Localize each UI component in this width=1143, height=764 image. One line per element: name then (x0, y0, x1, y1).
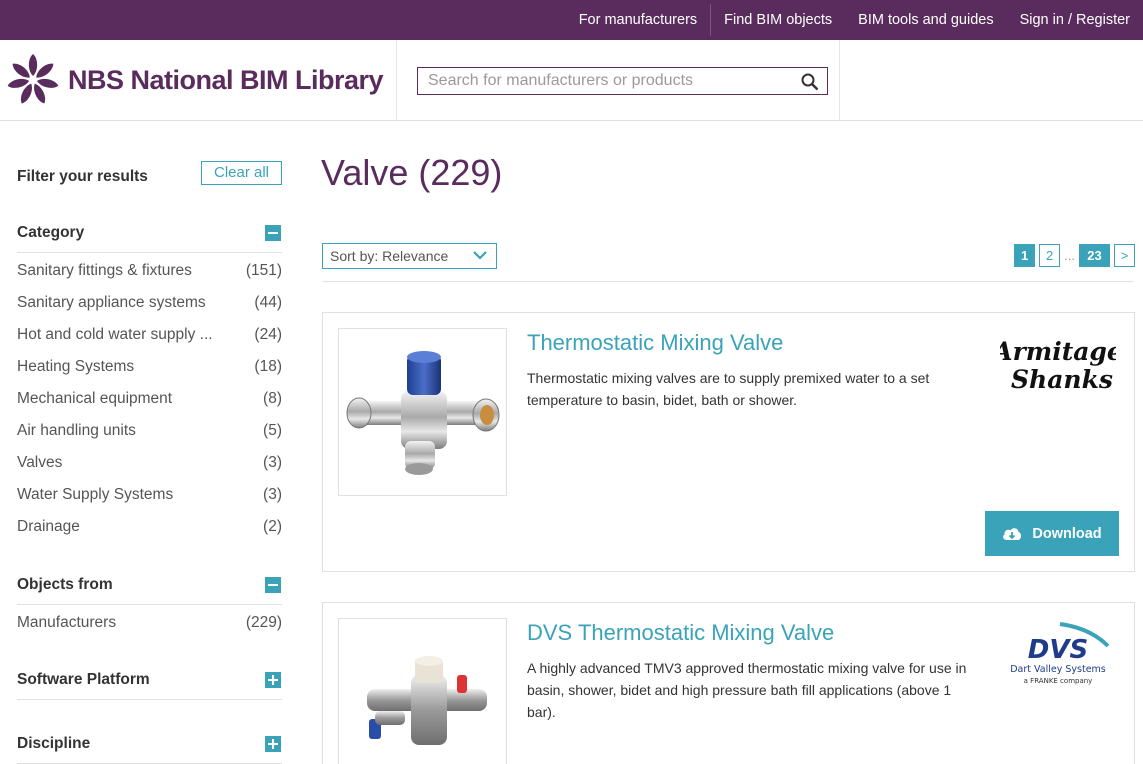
filter-heading: Filter your results (17, 168, 148, 185)
result-title[interactable]: DVS Thermostatic Mixing Valve (527, 620, 834, 646)
collapse-icon[interactable] (265, 225, 281, 241)
search-input[interactable] (418, 68, 788, 94)
nav-sign-in-register[interactable]: Sign in / Register (1007, 0, 1143, 40)
category-header[interactable]: Category (17, 222, 282, 253)
download-button[interactable]: Download (985, 511, 1119, 556)
category-count: (3) (263, 486, 282, 503)
category-label: Drainage (17, 518, 80, 535)
result-description: A highly advanced TMV3 approved thermost… (527, 660, 967, 720)
sort-label: Sort by: Relevance (330, 248, 449, 264)
category-label: Mechanical equipment (17, 390, 173, 407)
result-title[interactable]: Thermostatic Mixing Valve (527, 330, 783, 356)
category-count: (18) (254, 358, 282, 375)
objects-from-item[interactable]: Manufacturers (229) (17, 607, 282, 639)
download-label: Download (1032, 525, 1102, 542)
objects-from-title: Objects from (17, 576, 113, 593)
category-item[interactable]: Valves (3) (17, 447, 282, 479)
objects-from-section: Objects from Manufacturers (229) (17, 574, 282, 639)
top-nav: For manufacturers Find BIM objects BIM t… (566, 0, 1143, 40)
nav-find-bim-objects[interactable]: Find BIM objects (711, 0, 845, 40)
category-item[interactable]: Air handling units (5) (17, 415, 282, 447)
valve-image (367, 656, 487, 745)
software-platform-header[interactable]: Software Platform (17, 669, 282, 700)
search-icon[interactable] (801, 73, 819, 91)
category-list: Sanitary fittings & fixtures (151) Sanita… (17, 255, 282, 543)
discipline-title: Discipline (17, 735, 91, 752)
objects-from-list: Manufacturers (229) (17, 607, 282, 639)
page-button-last[interactable]: 23 (1079, 244, 1110, 267)
category-item[interactable]: Water Supply Systems (3) (17, 479, 282, 511)
category-label: Water Supply Systems (17, 486, 174, 503)
category-label: Valves (17, 454, 63, 471)
dvs-brand-sub: a FRANKE company (1024, 677, 1093, 685)
product-image[interactable] (338, 328, 507, 496)
chevron-down-icon (473, 251, 487, 260)
category-count: (2) (263, 518, 282, 535)
category-count: (151) (245, 262, 282, 279)
category-item[interactable]: Mechanical equipment (8) (17, 383, 282, 415)
category-count: (8) (263, 390, 282, 407)
clear-all-button[interactable]: Clear all (201, 161, 282, 185)
category-label: Hot and cold water supply ... (17, 326, 213, 343)
category-item[interactable]: Sanitary fittings & fixtures (151) (17, 255, 282, 287)
category-label: Air handling units (17, 422, 136, 439)
result-card: DVS Thermostatic Mixing Valve A highly a… (322, 602, 1135, 764)
nav-bim-tools-guides[interactable]: BIM tools and guides (845, 0, 1006, 40)
logo-text: NBS National BIM Library (68, 64, 384, 95)
divider (322, 281, 1134, 282)
manufacturer-logo[interactable]: Armitage Shanks (991, 328, 1123, 400)
category-count: (3) (263, 454, 282, 471)
search-box (417, 67, 828, 95)
software-platform-title: Software Platform (17, 671, 150, 688)
discipline-section: Discipline (17, 733, 282, 764)
objects-from-label: Manufacturers (17, 614, 117, 631)
dvs-brand-name: Dart Valley Systems (1010, 664, 1106, 675)
valve-image (346, 351, 500, 475)
page-title: Valve (229) (321, 152, 503, 193)
next-page-button[interactable]: > (1114, 244, 1135, 267)
category-item[interactable]: Sanitary appliance systems (44) (17, 287, 282, 319)
category-item[interactable]: Drainage (2) (17, 511, 282, 543)
site-header: NBS National BIM Library (0, 40, 1143, 121)
category-label: Heating Systems (17, 358, 135, 375)
pagination: 1 2 ... 23 > (1010, 244, 1135, 267)
software-platform-section: Software Platform (17, 669, 282, 700)
category-count: (24) (254, 326, 282, 343)
cloud-download-icon (1003, 527, 1022, 540)
category-count: (5) (263, 422, 282, 439)
category-item[interactable]: Hot and cold water supply ... (24) (17, 319, 282, 351)
armitage-shanks-logo: Armitage Shanks (991, 337, 1123, 394)
result-description: Thermostatic mixing valves are to supply… (527, 370, 930, 408)
category-label: Sanitary fittings & fixtures (17, 262, 192, 279)
collapse-icon[interactable] (265, 577, 281, 593)
page-button-current[interactable]: 1 (1014, 244, 1036, 267)
page-ellipsis: ... (1064, 248, 1075, 263)
category-label: Sanitary appliance systems (17, 294, 206, 311)
dvs-logo: DVS Dart Valley Systems a FRANKE company (1010, 622, 1110, 685)
header-divider (396, 40, 397, 120)
expand-icon[interactable] (265, 672, 281, 688)
nbs-flower-icon (7, 54, 59, 104)
category-count: (44) (254, 294, 282, 311)
nav-for-manufacturers[interactable]: For manufacturers (566, 0, 710, 40)
top-bar: For manufacturers Find BIM objects BIM t… (0, 0, 1143, 40)
result-card: Thermostatic Mixing Valve Thermostatic m… (322, 312, 1135, 572)
expand-icon[interactable] (265, 736, 281, 752)
page-button[interactable]: 2 (1039, 244, 1061, 267)
discipline-header[interactable]: Discipline (17, 733, 282, 764)
manufacturer-logo[interactable]: DVS Dart Valley Systems a FRANKE company (1000, 618, 1116, 690)
category-item[interactable]: Heating Systems (18) (17, 351, 282, 383)
objects-from-count: (229) (245, 614, 282, 631)
dvs-logo-mark: DVS (1028, 635, 1088, 665)
svg-text:Armitage: Armitage (1000, 337, 1116, 366)
header-divider (839, 40, 840, 120)
objects-from-header[interactable]: Objects from (17, 574, 282, 605)
site-logo[interactable]: NBS National BIM Library (6, 53, 384, 107)
category-title: Category (17, 224, 85, 241)
svg-text:Shanks: Shanks (1011, 365, 1113, 394)
sort-dropdown[interactable]: Sort by: Relevance (322, 243, 497, 269)
product-image[interactable] (338, 618, 507, 764)
category-section: Category Sanitary fittings & fixtures (15… (17, 222, 282, 543)
